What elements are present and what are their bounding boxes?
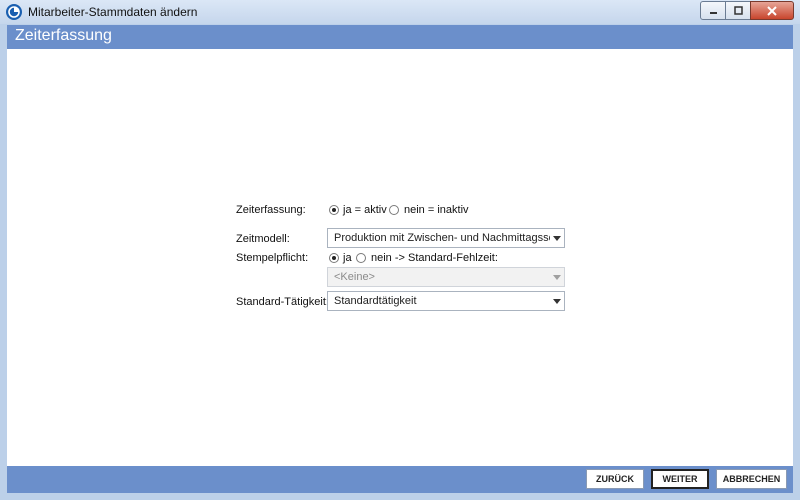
title-bar: Mitarbeiter-Stammdaten ändern <box>0 0 800 24</box>
dialog-window: Mitarbeiter-Stammdaten ändern Zeiterfass… <box>0 0 800 500</box>
stempelpflicht-no-label[interactable]: nein -> Standard-Fehlzeit: <box>371 252 498 264</box>
maximize-button[interactable] <box>725 1 751 20</box>
standard-taetigkeit-label: Standard-Tätigkeit: <box>236 296 329 308</box>
stempelpflicht-label: Stempelpflicht: <box>236 252 309 264</box>
standard-fehlzeit-value: <Keine> <box>334 271 375 283</box>
zeiterfassung-yes-label[interactable]: ja = aktiv <box>343 204 387 216</box>
close-button[interactable] <box>750 1 794 20</box>
dropdown-arrow-icon <box>550 274 564 280</box>
standard-taetigkeit-value: Standardtätigkeit <box>334 295 417 307</box>
window-controls <box>700 1 794 20</box>
dropdown-arrow-icon <box>550 235 564 241</box>
maximize-icon <box>733 6 743 15</box>
zeiterfassung-no-radio[interactable] <box>389 205 399 215</box>
footer-bar: ZURÜCK WEITER ABBRECHEN <box>7 466 793 493</box>
zeiterfassung-label: Zeiterfassung: <box>236 204 306 216</box>
standard-taetigkeit-select[interactable]: Standardtätigkeit <box>327 291 565 311</box>
next-button[interactable]: WEITER <box>651 469 709 489</box>
zeiterfassung-no-label[interactable]: nein = inaktiv <box>404 204 469 216</box>
back-button[interactable]: ZURÜCK <box>586 469 644 489</box>
standard-fehlzeit-select: <Keine> <box>327 267 565 287</box>
section-header: Zeiterfassung <box>7 25 793 49</box>
window-title: Mitarbeiter-Stammdaten ändern <box>28 5 198 19</box>
dialog-content: Zeiterfassung Zeiterfassung: ja = aktiv … <box>7 25 793 493</box>
zeitmodell-select[interactable]: Produktion mit Zwischen- und Nachmittags… <box>327 228 565 248</box>
zeitmodell-value: Produktion mit Zwischen- und Nachmittags… <box>334 232 550 244</box>
dropdown-arrow-icon <box>550 298 564 304</box>
stempelpflicht-no-radio[interactable] <box>356 253 366 263</box>
zeitmodell-label: Zeitmodell: <box>236 233 290 245</box>
zeiterfassung-yes-radio[interactable] <box>329 205 339 215</box>
close-icon <box>767 5 777 16</box>
app-logo-icon <box>6 4 22 20</box>
minimize-button[interactable] <box>700 1 726 20</box>
stempelpflicht-yes-label[interactable]: ja <box>343 252 352 264</box>
minimize-icon <box>709 12 717 14</box>
stempelpflicht-yes-radio[interactable] <box>329 253 339 263</box>
cancel-button[interactable]: ABBRECHEN <box>716 469 787 489</box>
page-title: Zeiterfassung <box>15 27 112 44</box>
